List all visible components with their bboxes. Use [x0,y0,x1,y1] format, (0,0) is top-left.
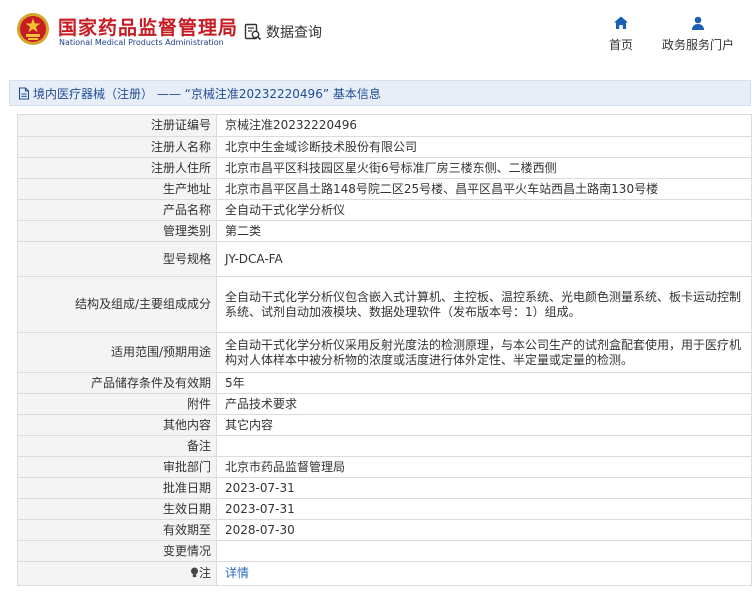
home-icon [614,16,628,29]
field-label: 管理类别 [17,220,217,242]
table-row: 适用范围/预期用途 全自动干式化学分析仪采用反射光度法的检测原理，与本公司生产的… [17,332,752,373]
detail-table-container: 注册证编号 京械注准20232220496 注册人名称 北京中生金域诊断技术股份… [17,114,752,588]
field-label: 有效期至 [17,519,217,541]
data-query-label: 数据查询 [266,25,322,41]
table-row: 审批部门 北京市药品监督管理局 [17,456,752,478]
nav-home[interactable]: 首页 [604,15,638,53]
nav-gov-services-label: 政务服务门户 [661,38,734,52]
field-label: 生产地址 [17,178,217,200]
field-label: 产品名称 [17,199,217,221]
details-link[interactable]: 详情 [225,566,249,580]
field-value: 北京市昌平区科技园区星火街6号标准厂房三楼东侧、二楼西侧 [216,157,752,179]
field-label-note: 注 [17,561,217,586]
table-row: 生产地址 北京市昌平区昌土路148号院二区25号楼、昌平区昌平火车站西昌土路南1… [17,178,752,200]
field-label: 变更情况 [17,540,217,562]
emblem-logo-icon [17,13,49,45]
brand-name-cn: 国家药品监督管理局 [58,17,239,39]
table-row: 注册人住所 北京市昌平区科技园区星火街6号标准厂房三楼东侧、二楼西侧 [17,157,752,179]
field-value: 北京市昌平区昌土路148号院二区25号楼、昌平区昌平火车站西昌土路南130号楼 [216,178,752,200]
table-row: 有效期至 2028-07-30 [17,519,752,541]
search-document-icon [244,23,262,41]
field-value: 第二类 [216,220,752,242]
field-value [216,435,752,457]
site-header: 国家药品监督管理局 National Medical Products Admi… [0,0,752,68]
field-value: 北京市药品监督管理局 [216,456,752,478]
field-value: 2028-07-30 [216,519,752,541]
field-value: 详情 [216,561,752,586]
field-label: 适用范围/预期用途 [17,332,217,373]
field-value: JY-DCA-FA [216,241,752,277]
field-label: 其他内容 [17,414,217,436]
table-row: 注 详情 [17,561,752,586]
table-row: 产品储存条件及有效期 5年 [17,372,752,394]
table-row: 其他内容 其它内容 [17,414,752,436]
field-label: 备注 [17,435,217,457]
field-value: 5年 [216,372,752,394]
detail-table: 注册证编号 京械注准20232220496 注册人名称 北京中生金域诊断技术股份… [17,114,752,586]
field-value: 全自动干式化学分析仪采用反射光度法的检测原理，与本公司生产的试剂盒配套使用，用于… [216,332,752,373]
field-value: 2023-07-31 [216,498,752,520]
field-value: 京械注准20232220496 [216,114,752,137]
field-label: 注册人名称 [17,136,217,158]
field-label: 注册证编号 [17,114,217,137]
field-value: 2023-07-31 [216,477,752,499]
table-row: 注册人名称 北京中生金域诊断技术股份有限公司 [17,136,752,158]
record-title-bar: 境内医疗器械（注册） —— “京械注准20232220496” 基本信息 [9,80,751,106]
table-row: 变更情况 [17,540,752,562]
field-value: 北京中生金域诊断技术股份有限公司 [216,136,752,158]
table-row: 型号规格 JY-DCA-FA [17,241,752,277]
field-label: 注 [198,566,211,580]
table-row: 管理类别 第二类 [17,220,752,242]
lightbulb-icon [190,567,198,578]
record-title: 境内医疗器械（注册） —— “京械注准20232220496” 基本信息 [33,86,381,101]
user-icon [691,16,705,30]
field-value: 其它内容 [216,414,752,436]
table-row: 批准日期 2023-07-31 [17,477,752,499]
table-row: 产品名称 全自动干式化学分析仪 [17,199,752,221]
field-label: 审批部门 [17,456,217,478]
data-query-link[interactable]: 数据查询 [244,21,322,43]
brand-name-en: National Medical Products Administration [59,38,224,47]
field-label: 结构及组成/主要组成成分 [17,276,217,333]
field-value: 全自动干式化学分析仪 [216,199,752,221]
field-value: 产品技术要求 [216,393,752,415]
table-row: 注册证编号 京械注准20232220496 [17,114,752,137]
table-row: 结构及组成/主要组成成分 全自动干式化学分析仪包含嵌入式计算机、主控板、温控系统… [17,276,752,333]
field-label: 型号规格 [17,241,217,277]
field-label: 产品储存条件及有效期 [17,372,217,394]
field-value [216,540,752,562]
field-label: 附件 [17,393,217,415]
field-label: 批准日期 [17,477,217,499]
table-row: 附件 产品技术要求 [17,393,752,415]
field-label: 生效日期 [17,498,217,520]
nav-home-label: 首页 [608,38,633,52]
field-value: 全自动干式化学分析仪包含嵌入式计算机、主控板、温控系统、光电颜色测量系统、板卡运… [216,276,752,333]
table-row: 生效日期 2023-07-31 [17,498,752,520]
nav-gov-services[interactable]: 政务服务门户 [658,15,738,53]
field-label: 注册人住所 [17,157,217,179]
document-icon [18,86,30,100]
table-row: 备注 [17,435,752,457]
